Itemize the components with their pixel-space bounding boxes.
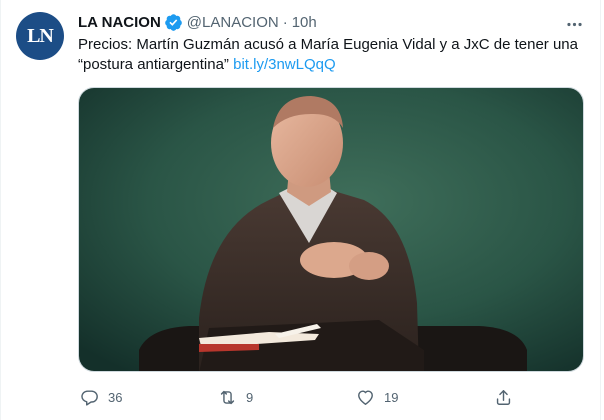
reply-button[interactable]: 36 [72,382,122,412]
tweet-card[interactable]: LN LA NACION @LANACION · 10h Precios: Ma… [0,0,604,420]
verified-badge-icon [164,13,183,32]
avatar-logo-text: LN [27,24,54,47]
photo-speaker-on-stage [79,88,583,371]
left-border [0,0,1,420]
retweet-count: 9 [246,389,254,405]
like-button[interactable]: 19 [348,382,398,412]
share-button[interactable] [486,382,520,412]
timestamp[interactable]: 10h [292,14,317,31]
right-border [600,0,601,420]
display-name[interactable]: LA NACION [78,14,161,31]
share-icon [486,382,520,412]
separator-dot: · [282,13,288,31]
like-count: 19 [384,389,399,405]
handle[interactable]: @LANACION [187,14,279,31]
retweet-button[interactable]: 9 [210,382,253,412]
more-options-icon[interactable] [562,12,586,36]
tweet-media-image[interactable] [78,87,584,372]
tweet-header: LA NACION @LANACION · 10h [78,12,317,32]
tweet-text: Precios: Martín Guzmán acusó a María Eug… [78,35,588,75]
tweet-link[interactable]: bit.ly/3nwLQqQ [233,56,336,73]
tweet-actions: 36 9 19 [72,382,592,412]
reply-icon [72,382,106,412]
like-icon [348,382,382,412]
reply-count: 36 [108,389,123,405]
retweet-icon [210,382,244,412]
avatar[interactable]: LN [16,12,64,60]
